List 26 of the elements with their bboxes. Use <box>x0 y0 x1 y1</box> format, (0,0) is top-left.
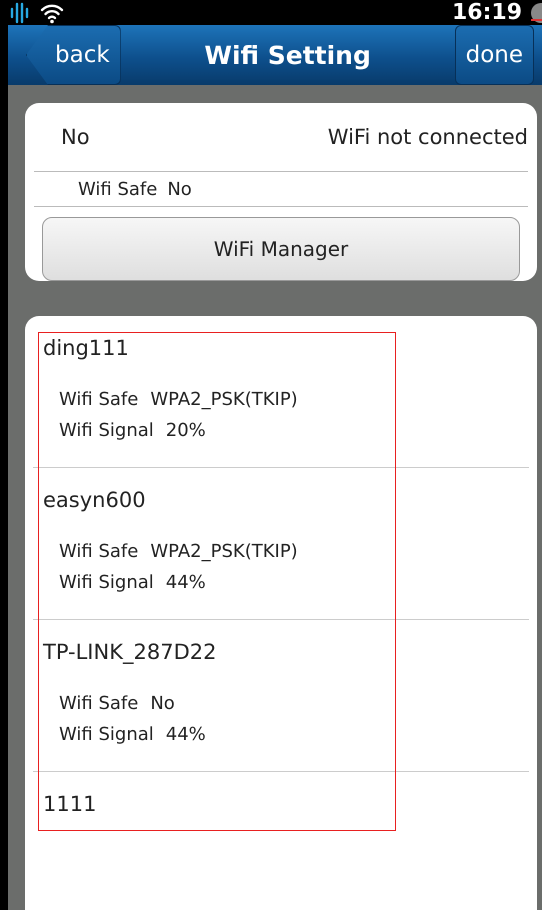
security-value: No <box>150 693 175 714</box>
network-name[interactable]: 1111 <box>43 792 529 840</box>
signal-value: 44% <box>166 572 206 593</box>
security-value: WPA2_PSK(TKIP) <box>150 389 298 410</box>
security-label: Wifi Safe <box>59 693 138 714</box>
connection-status: WiFi not connected <box>328 125 528 149</box>
network-name[interactable]: ding111 <box>43 336 529 384</box>
security-label: Wifi Safe <box>59 541 138 562</box>
screen-title: Wifi Setting <box>204 40 371 70</box>
security-label: Wifi Safe <box>78 178 158 200</box>
network-name[interactable]: TP-LINK_287D22 <box>43 640 529 688</box>
network-name: No <box>61 125 90 149</box>
signal-value: 20% <box>166 420 206 441</box>
signal-label: Wifi Signal <box>59 420 154 441</box>
signal-value: 44% <box>166 724 206 745</box>
clock-time: 16:19 <box>452 0 522 25</box>
signal-label: Wifi Signal <box>59 572 154 593</box>
wifi-icon <box>40 2 64 24</box>
done-button[interactable]: done <box>454 25 534 85</box>
back-button[interactable]: back <box>26 25 121 85</box>
signal-label: Wifi Signal <box>59 724 154 745</box>
security-label: Wifi Safe <box>59 389 138 410</box>
wifi-manager-button[interactable]: WiFi Manager <box>42 217 520 281</box>
security-value: No <box>167 178 192 200</box>
security-value: WPA2_PSK(TKIP) <box>150 541 298 562</box>
network-name[interactable]: easyn600 <box>43 488 529 536</box>
